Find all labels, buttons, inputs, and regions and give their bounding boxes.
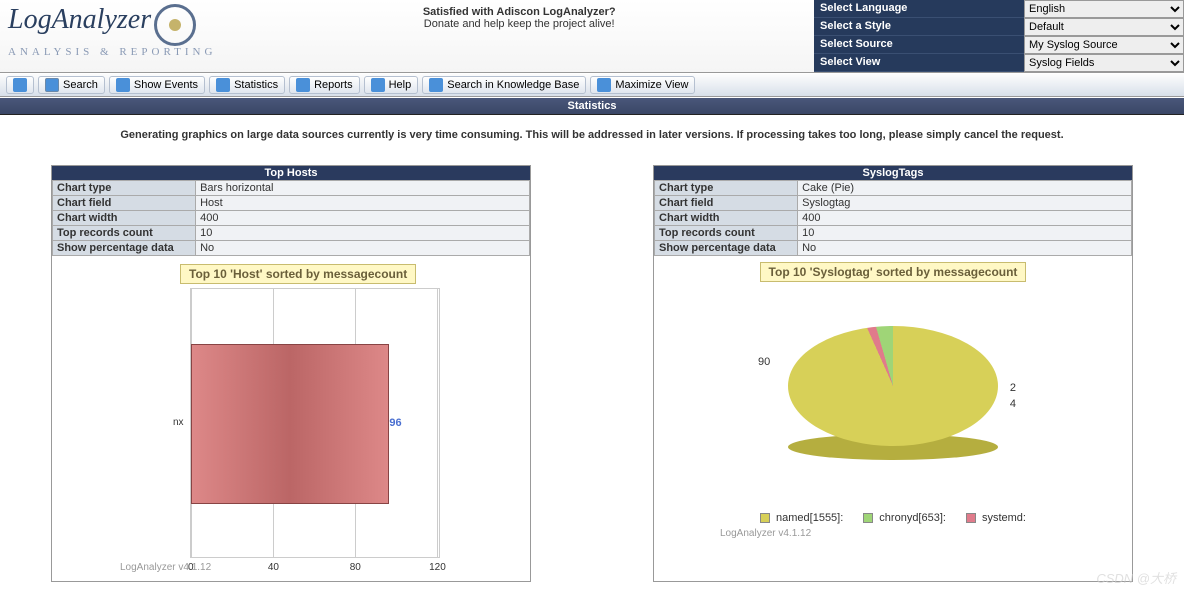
reports-button[interactable]: Reports <box>289 76 360 94</box>
slice-label: 4 <box>1010 398 1016 410</box>
pie-3d <box>788 326 998 446</box>
search-button[interactable]: Search <box>38 76 105 94</box>
select-language[interactable]: English <box>1024 0 1184 18</box>
syslogtags-title: SyslogTags <box>654 166 1132 180</box>
x-tick: 80 <box>350 562 361 573</box>
logo-text: LogAnalyzer <box>8 6 151 34</box>
pie-legend: named[1555]: chronyd[653]: systemd: <box>660 512 1126 524</box>
top-hosts-panel: Top Hosts Chart typeBars horizontal Char… <box>51 165 531 582</box>
legend-item: chronyd[653]: <box>863 512 946 524</box>
table-row: Chart fieldHost <box>53 196 530 211</box>
logo-subtitle: ANALYSIS & REPORTING <box>8 46 216 58</box>
select-source[interactable]: My Syslog Source <box>1024 36 1184 54</box>
search-label: Search <box>63 79 98 91</box>
hosts-chart-title: Top 10 'Host' sorted by messagecount <box>180 264 416 284</box>
statistics-button[interactable]: Statistics <box>209 76 285 94</box>
label-style: Select a Style <box>814 18 1024 36</box>
slice-label: 2 <box>1010 382 1016 394</box>
label-view: Select View <box>814 54 1024 72</box>
donate-prompt[interactable]: Satisfied with Adiscon LogAnalyzer? Dona… <box>224 0 814 36</box>
stats-icon <box>216 78 230 92</box>
world-icon <box>429 78 443 92</box>
tags-chart: Top 10 'Syslogtag' sorted by messagecoun… <box>654 256 1132 545</box>
table-row: Chart typeCake (Pie) <box>655 181 1132 196</box>
pie-chart: 90 2 4 <box>788 326 998 466</box>
y-tick: nx <box>173 417 184 428</box>
select-view[interactable]: Syslog Fields <box>1024 54 1184 72</box>
statistics-label: Statistics <box>234 79 278 91</box>
maximize-button[interactable]: Maximize View <box>590 76 695 94</box>
maximize-icon <box>597 78 611 92</box>
top-hosts-title: Top Hosts <box>52 166 530 180</box>
home-button[interactable] <box>6 76 34 94</box>
home-icon <box>13 78 27 92</box>
legend-swatch <box>760 513 770 523</box>
label-language: Select Language <box>814 0 1024 18</box>
x-tick: 120 <box>429 562 446 573</box>
table-row: Chart typeBars horizontal <box>53 181 530 196</box>
watermark: CSDN @大桥 <box>1096 568 1176 587</box>
legend-item: systemd: <box>966 512 1026 524</box>
table-row: Chart fieldSyslogtag <box>655 196 1132 211</box>
logo-area: LogAnalyzer ANALYSIS & REPORTING <box>0 0 224 62</box>
processing-notice: Generating graphics on large data source… <box>0 115 1184 155</box>
table-row: Chart width400 <box>53 211 530 226</box>
table-row: Chart width400 <box>655 211 1132 226</box>
panels-container: Top Hosts Chart typeBars horizontal Char… <box>0 155 1184 592</box>
label-source: Select Source <box>814 36 1024 54</box>
reports-icon <box>296 78 310 92</box>
bar-plot: 96 nx 0 40 80 120 <box>190 288 440 558</box>
bar-value: 96 <box>389 417 401 429</box>
menu-bar: Search Show Events Statistics Reports He… <box>0 73 1184 97</box>
app-header: LogAnalyzer ANALYSIS & REPORTING Satisfi… <box>0 0 1184 73</box>
events-icon <box>116 78 130 92</box>
table-row: Show percentage dataNo <box>53 241 530 256</box>
hosts-chart: Top 10 'Host' sorted by messagecount 96 … <box>52 256 530 581</box>
chart-credit: LogAnalyzer v4.1.12 <box>120 562 522 573</box>
chart-credit: LogAnalyzer v4.1.12 <box>720 528 1126 539</box>
x-tick: 40 <box>268 562 279 573</box>
top-controls: Select LanguageEnglish Select a StyleDef… <box>814 0 1184 72</box>
help-button[interactable]: Help <box>364 76 419 94</box>
target-icon <box>154 4 196 46</box>
page-title: Statistics <box>0 97 1184 115</box>
slice-label: 90 <box>758 356 770 368</box>
maximize-label: Maximize View <box>615 79 688 91</box>
hosts-detail-table: Chart typeBars horizontal Chart fieldHos… <box>52 180 530 256</box>
reports-label: Reports <box>314 79 353 91</box>
legend-swatch <box>863 513 873 523</box>
tags-detail-table: Chart typeCake (Pie) Chart fieldSyslogta… <box>654 180 1132 256</box>
select-style[interactable]: Default <box>1024 18 1184 36</box>
tags-chart-title: Top 10 'Syslogtag' sorted by messagecoun… <box>760 262 1027 282</box>
legend-swatch <box>966 513 976 523</box>
bar-nx <box>191 344 389 504</box>
donate-title: Satisfied with Adiscon LogAnalyzer? <box>230 6 808 18</box>
search-icon <box>45 78 59 92</box>
show-events-label: Show Events <box>134 79 198 91</box>
table-row: Top records count10 <box>53 226 530 241</box>
legend-item: named[1555]: <box>760 512 843 524</box>
donate-sub: Donate and help keep the project alive! <box>424 18 615 30</box>
syslogtags-panel: SyslogTags Chart typeCake (Pie) Chart fi… <box>653 165 1133 582</box>
kb-label: Search in Knowledge Base <box>447 79 579 91</box>
help-label: Help <box>389 79 412 91</box>
table-row: Top records count10 <box>655 226 1132 241</box>
table-row: Show percentage dataNo <box>655 241 1132 256</box>
x-tick: 0 <box>188 562 194 573</box>
help-icon <box>371 78 385 92</box>
kb-button[interactable]: Search in Knowledge Base <box>422 76 586 94</box>
show-events-button[interactable]: Show Events <box>109 76 205 94</box>
